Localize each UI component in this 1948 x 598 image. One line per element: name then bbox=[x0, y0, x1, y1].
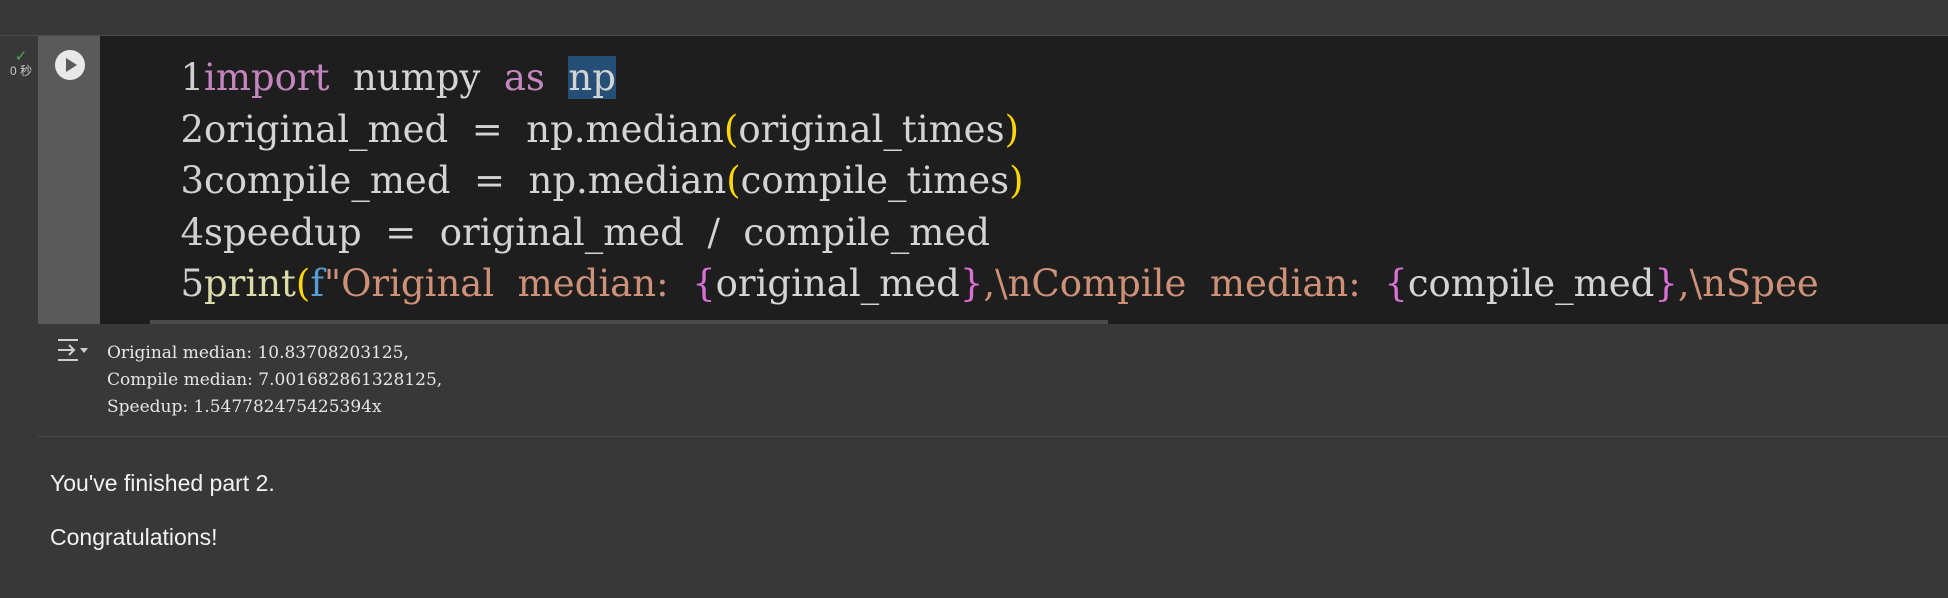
line-number: 4 bbox=[180, 210, 204, 254]
code-line: 3compile_med = np.median(compile_times) bbox=[100, 155, 1819, 207]
code-token: print bbox=[204, 262, 296, 305]
cell-execution-status: ✓ 0 秒 bbox=[4, 48, 38, 78]
code-token: ( bbox=[726, 159, 741, 202]
code-token: "Original median: bbox=[324, 262, 693, 305]
code-token: ,\nSpee bbox=[1677, 262, 1819, 305]
code-token: { bbox=[692, 262, 716, 305]
output-actions-icon[interactable] bbox=[54, 334, 90, 368]
run-cell-button[interactable] bbox=[55, 50, 85, 80]
code-token: } bbox=[1654, 262, 1678, 305]
checkmark-icon: ✓ bbox=[14, 48, 28, 65]
code-token: compile_med bbox=[1407, 262, 1655, 305]
code-line: 1import numpy as np bbox=[100, 52, 1819, 104]
line-number: 3 bbox=[180, 159, 204, 202]
code-token: original_med bbox=[715, 262, 960, 305]
line-number: 1 bbox=[180, 56, 204, 99]
code-line: 2original_med = np.median(original_times… bbox=[100, 104, 1819, 156]
code-token: { bbox=[1384, 262, 1408, 305]
code-line: 5print(f"Original median: {original_med}… bbox=[100, 258, 1819, 310]
code-token: original_med = np.median bbox=[204, 107, 724, 151]
code-token: np bbox=[568, 56, 616, 99]
code-editor[interactable]: 1import numpy as np 2original_med = np.me… bbox=[100, 36, 1948, 324]
code-token: import bbox=[204, 56, 330, 99]
markdown-text: Congratulations! bbox=[50, 524, 218, 550]
line-number: 5 bbox=[180, 262, 204, 305]
code-cell[interactable]: 1import numpy as np 2original_med = np.me… bbox=[38, 36, 1948, 437]
output-line: Original median: 10.83708203125, bbox=[107, 343, 409, 363]
code-token: ( bbox=[295, 262, 311, 305]
code-token: f bbox=[310, 262, 325, 305]
code-token: original_times bbox=[738, 107, 1005, 151]
code-token: compile_med = np.median bbox=[204, 159, 727, 202]
output-text: Original median: 10.83708203125, Compile… bbox=[107, 340, 442, 421]
code-token: ) bbox=[1004, 107, 1020, 151]
code-token: numpy bbox=[329, 56, 504, 99]
code-line: 4speedup = original_med / compile_med bbox=[100, 207, 1819, 259]
code-token: speedup = original_med / compile_med bbox=[204, 210, 990, 254]
code-content[interactable]: 1import numpy as np 2original_med = np.me… bbox=[100, 52, 1819, 310]
code-token: as bbox=[503, 56, 545, 99]
execution-time: 0 秒 bbox=[9, 64, 32, 78]
code-token: ( bbox=[723, 107, 739, 151]
code-token: ,\nCompile median: bbox=[983, 262, 1385, 305]
notebook-top-bar bbox=[0, 0, 1948, 36]
output-line: Speedup: 1.547782475425394x bbox=[107, 397, 382, 417]
output-line: Compile median: 7.001682861328125, bbox=[107, 370, 443, 390]
code-token: ) bbox=[1009, 159, 1024, 202]
cell-output: Original median: 10.83708203125, Compile… bbox=[38, 324, 1948, 437]
code-token: } bbox=[959, 262, 984, 305]
line-number: 2 bbox=[180, 107, 204, 151]
cell-gutter bbox=[38, 36, 100, 324]
code-token: compile_times bbox=[740, 159, 1010, 202]
markdown-text: You've finished part 2. bbox=[50, 470, 275, 496]
